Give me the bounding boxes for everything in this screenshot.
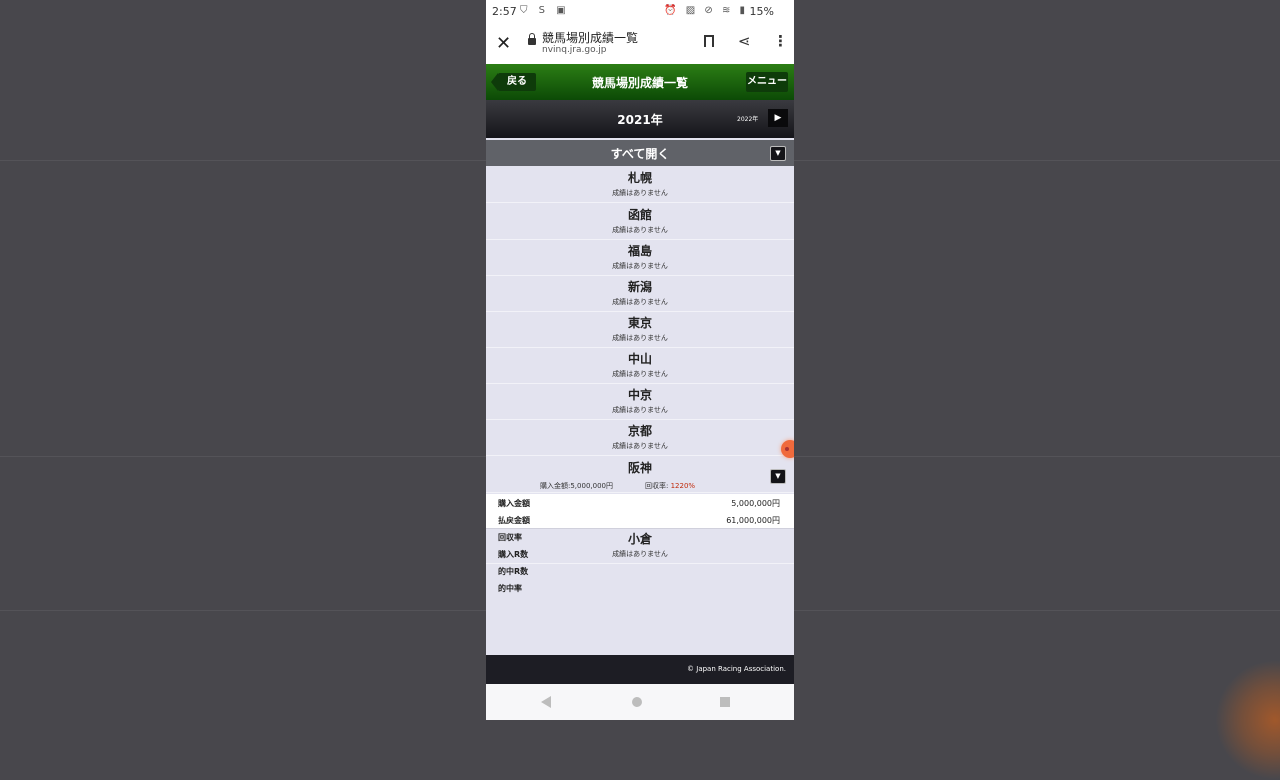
- record-indicator-icon[interactable]: [781, 440, 794, 458]
- expand-all-icon[interactable]: ▼: [770, 146, 786, 161]
- browser-url[interactable]: nvinq.jra.go.jp: [542, 45, 607, 55]
- browser-page-title: 競馬場別成績一覧: [542, 31, 639, 45]
- venue-name: 新潟: [627, 280, 652, 294]
- return-rate-label: 回収率:: [645, 482, 669, 490]
- detail-row: 払戻金額 61,000,000円: [486, 511, 794, 529]
- venue-name: 中山: [627, 352, 652, 366]
- nav-home-icon[interactable]: [632, 697, 642, 707]
- venue-row[interactable]: 東京 成績はありません: [486, 312, 794, 348]
- detail-row: 回収率: [486, 528, 794, 545]
- detail-row: 購入金額 5,000,000円: [486, 494, 794, 512]
- collapse-icon[interactable]: ▼: [770, 469, 786, 484]
- copyright: © Japan Racing Association.: [687, 665, 786, 673]
- phone-screen: 2:57 ⛉ S ▣ ⏰ ▨ ⊘ ≋ ▮ 15% ✕ 競馬場別成績一覧 nvin…: [486, 0, 794, 720]
- detail-label: 的中R数: [498, 567, 529, 576]
- nav-recents-icon[interactable]: [720, 697, 730, 707]
- system-icons: ⏰ ▨ ⊘ ≋ ▮: [664, 5, 748, 16]
- return-rate-summary: 回収率: 1220%: [645, 481, 695, 491]
- system-nav-bar: [486, 684, 794, 720]
- venue-row[interactable]: 福島 成績はありません: [486, 240, 794, 276]
- close-icon[interactable]: ✕: [496, 33, 511, 54]
- year-navigation: 2021年 2022年 ▶: [486, 100, 794, 138]
- detail-label: 購入R数: [498, 550, 529, 559]
- venue-name: 京都: [627, 424, 652, 438]
- venue-row[interactable]: 函館 成績はありません: [486, 204, 794, 240]
- detail-row: 購入R数: [486, 545, 794, 562]
- detail-value: 61,000,000円: [726, 516, 780, 525]
- background-glow: [1215, 660, 1280, 780]
- venue-note: 成績はありません: [612, 298, 668, 306]
- venue-name: 函館: [627, 208, 652, 222]
- venue-note: 成績はありません: [612, 189, 668, 197]
- status-time: 2:57: [492, 5, 517, 18]
- notification-icons: ⛉ S ▣: [520, 5, 570, 16]
- venue-name: 東京: [627, 316, 652, 330]
- venue-note: 成績はありません: [612, 442, 668, 450]
- venue-row[interactable]: 中山 成績はありません: [486, 348, 794, 384]
- venue-name: 阪神: [627, 461, 652, 475]
- venue-row-hanshin[interactable]: 阪神 購入金額:5,000,000円 回収率: 1220% ▼: [486, 457, 794, 493]
- expand-all-label: すべて開く: [610, 147, 670, 161]
- battery-level: 15%: [749, 5, 774, 18]
- venue-note: 成績はありません: [612, 370, 668, 378]
- nav-back-icon[interactable]: [541, 696, 551, 708]
- footer: © Japan Racing Association.: [486, 655, 794, 684]
- venue-note: 成績はありません: [612, 334, 668, 342]
- venue-name: 福島: [627, 244, 652, 258]
- venue-row[interactable]: 中京 成績はありません: [486, 384, 794, 420]
- venue-note: 成績はありません: [612, 406, 668, 414]
- detail-label: 払戻金額: [498, 516, 530, 525]
- expand-all-bar[interactable]: すべて開く ▼: [486, 140, 794, 166]
- venue-row[interactable]: 京都 成績はありません: [486, 420, 794, 456]
- venue-name: 中京: [627, 388, 652, 402]
- app-header: 戻る 競馬場別成績一覧 メニュー: [486, 64, 794, 100]
- more-options-icon[interactable]: ⋮: [773, 32, 788, 50]
- next-year-link[interactable]: 2022年: [737, 114, 758, 123]
- detail-label: 的中率: [498, 584, 522, 593]
- bookmark-icon[interactable]: [704, 35, 714, 47]
- venue-note: 成績はありません: [612, 226, 668, 234]
- venue-note: 成績はありません: [612, 262, 668, 270]
- menu-button[interactable]: メニュー: [746, 72, 788, 92]
- detail-row: 的中率: [486, 579, 794, 596]
- browser-toolbar: ✕ 競馬場別成績一覧 nvinq.jra.go.jp ⋖ ⋮: [486, 24, 794, 64]
- venue-row[interactable]: 新潟 成績はありません: [486, 276, 794, 312]
- status-bar: 2:57 ⛉ S ▣ ⏰ ▨ ⊘ ≋ ▮ 15%: [486, 0, 794, 24]
- detail-label: 購入金額: [498, 499, 530, 508]
- next-year-button[interactable]: ▶: [768, 109, 788, 127]
- purchase-summary: 購入金額:5,000,000円: [540, 482, 613, 490]
- detail-label: 回収率: [498, 533, 522, 542]
- lock-icon: [528, 33, 536, 45]
- return-rate-value: 1220%: [670, 482, 696, 490]
- venue-name: 札幌: [627, 171, 652, 185]
- share-icon[interactable]: ⋖: [738, 32, 751, 50]
- detail-value: 5,000,000円: [731, 499, 780, 508]
- venue-row[interactable]: 札幌 成績はありません: [486, 167, 794, 203]
- detail-row: 的中R数: [486, 562, 794, 579]
